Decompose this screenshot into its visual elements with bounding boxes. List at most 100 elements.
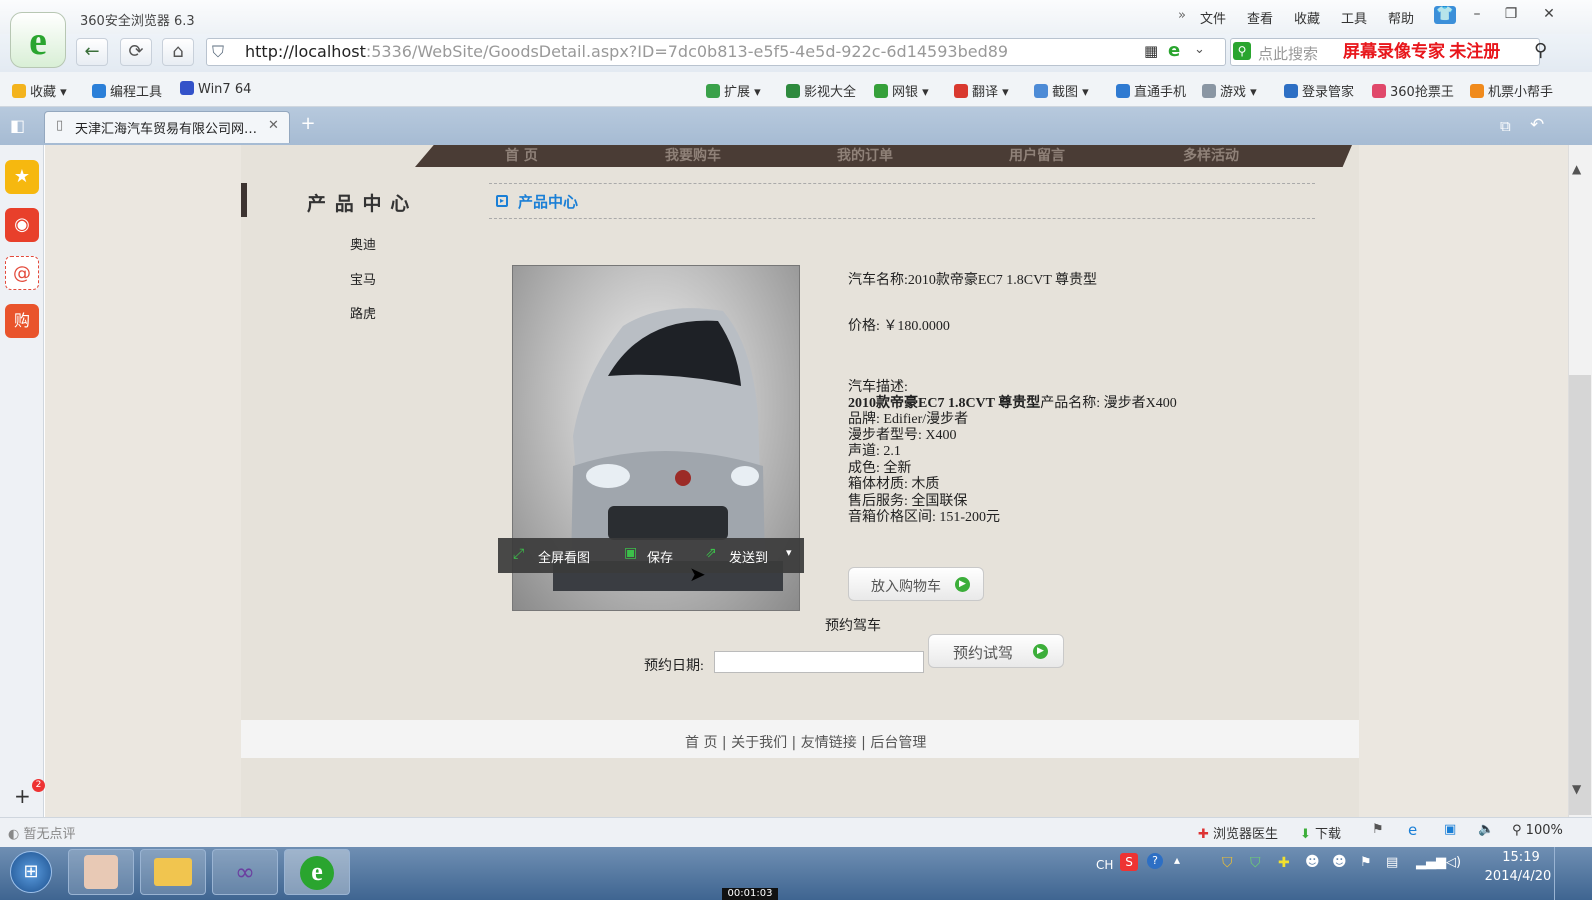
skin-icon[interactable]: 👕 — [1434, 6, 1456, 24]
flag-icon[interactable]: ⚑ — [1372, 822, 1384, 837]
taskbar-360-browser[interactable]: e — [284, 849, 350, 895]
zoom-level[interactable]: ⚲ 100% — [1512, 823, 1563, 838]
restore-button[interactable]: ❐ — [1500, 6, 1522, 24]
bm-extensions[interactable]: 扩展 ▾ — [706, 81, 761, 100]
ime-indicator[interactable]: CH — [1096, 858, 1113, 872]
network-icon[interactable]: ▂▄▆ — [1416, 855, 1446, 870]
shopping-icon[interactable]: 购 — [5, 304, 39, 338]
tray-360-icon[interactable]: ⛉ — [1250, 855, 1261, 871]
category-landrover[interactable]: 路虎 — [350, 303, 376, 322]
scroll-down-icon[interactable]: ▼ — [1572, 782, 1581, 796]
mail-icon[interactable]: @ — [5, 256, 39, 290]
action-center-icon[interactable]: ⚑ — [1360, 855, 1372, 870]
speaker-icon[interactable]: ◁) — [1446, 855, 1461, 870]
url-dropdown-icon[interactable]: ⌄ — [1194, 42, 1205, 57]
send-dropdown-icon[interactable]: ▾ — [786, 546, 792, 559]
browser-logo[interactable]: e — [10, 12, 66, 68]
save-icon[interactable]: ▣ — [624, 545, 637, 561]
undo-icon[interactable]: ↶ — [1530, 115, 1544, 135]
search-engine-icon[interactable]: ⚲ — [1233, 42, 1251, 60]
menu-help[interactable]: 帮助 — [1388, 8, 1414, 27]
tab-active[interactable]: 天津汇海汽车贸易有限公司网… — [44, 111, 290, 143]
new-tab-button[interactable]: + — [296, 113, 320, 137]
home-button[interactable]: ⌂ — [162, 38, 194, 66]
tab-close-icon[interactable]: ✕ — [268, 118, 279, 133]
tray-arrow-icon[interactable]: ▴ — [1174, 853, 1180, 867]
ie-status-icon[interactable]: e — [1408, 821, 1417, 839]
tray-shield-icon[interactable]: ⛉ — [1222, 855, 1233, 871]
shield-icon[interactable]: ⛉ — [212, 42, 224, 62]
bm-bank[interactable]: 网银 ▾ — [874, 81, 929, 100]
fullscreen-button[interactable]: 全屏看图 — [538, 547, 590, 566]
search-icon[interactable]: ⚲ — [1534, 40, 1547, 61]
footer-home[interactable]: 首 页 — [685, 735, 717, 751]
add-to-cart-button[interactable]: 放入购物车 ▶ — [848, 567, 984, 601]
bm-login-manager[interactable]: 登录管家 — [1284, 81, 1354, 100]
volume-icon[interactable]: 🔈 — [1478, 822, 1494, 837]
save-button[interactable]: 保存 — [647, 547, 673, 566]
refresh-button[interactable]: ⟳ — [120, 38, 152, 66]
more-chevron-icon[interactable]: » — [1178, 8, 1186, 23]
breadcrumb[interactable]: 产品中心 — [518, 191, 578, 212]
nav-messages[interactable]: 用户留言 — [1009, 145, 1065, 165]
bm-translate[interactable]: 翻译 ▾ — [954, 81, 1009, 100]
footer-about[interactable]: 关于我们 — [731, 735, 787, 751]
footer-admin[interactable]: 后台管理 — [870, 735, 926, 751]
qrcode-icon[interactable]: ▦ — [1144, 42, 1158, 60]
send-to-button[interactable]: 发送到 — [729, 547, 768, 566]
window-status-icon[interactable]: ▣ — [1444, 822, 1456, 837]
back-button[interactable]: ← — [76, 38, 108, 66]
share-icon[interactable]: ⇗ — [705, 545, 717, 561]
category-audi[interactable]: 奥迪 — [350, 234, 376, 253]
sidebar-toggle-icon[interactable]: ◧ — [10, 116, 25, 135]
booking-date-input[interactable] — [714, 651, 924, 673]
book-test-drive-button[interactable]: 预约试驾 ▶ — [928, 634, 1064, 668]
category-bmw[interactable]: 宝马 — [350, 269, 376, 288]
bm-phone[interactable]: 直通手机 — [1116, 81, 1186, 100]
nav-buy-car[interactable]: 我要购车 — [665, 145, 721, 165]
download-button[interactable]: ⬇ 下载 — [1300, 823, 1341, 842]
add-sidebar-button[interactable]: + — [14, 784, 31, 808]
bm-video[interactable]: 影视大全 — [786, 81, 856, 100]
nav-activities[interactable]: 多样活动 — [1183, 145, 1239, 165]
nav-home[interactable]: 首 页 — [505, 145, 538, 165]
menu-file[interactable]: 文件 — [1200, 8, 1226, 27]
scroll-up-icon[interactable]: ▲ — [1572, 162, 1581, 176]
browser-doctor[interactable]: ✚ 浏览器医生 — [1198, 823, 1278, 842]
fullscreen-icon[interactable]: ⤢ — [513, 546, 524, 562]
qq2-icon[interactable]: ☻ — [1332, 854, 1347, 870]
clock-date[interactable]: 2014/4/20 — [1478, 869, 1558, 884]
address-input[interactable]: http://localhost:5336/WebSite/GoodsDetai… — [206, 38, 1226, 66]
bm-ticket[interactable]: 360抢票王 — [1372, 81, 1454, 100]
favorites-star-icon[interactable]: ★ — [5, 160, 39, 194]
footer-friend-links[interactable]: 友情链接 — [801, 735, 857, 751]
menu-favorites[interactable]: 收藏 — [1294, 8, 1320, 27]
bookmark-programming-tools[interactable]: 编程工具 — [92, 81, 162, 100]
bm-games[interactable]: 游戏 ▾ — [1202, 81, 1257, 100]
taskbar-explorer[interactable] — [140, 849, 206, 895]
weibo-icon[interactable]: ◉ — [5, 208, 39, 242]
start-button[interactable]: ⊞ — [10, 851, 52, 893]
taskbar-vs[interactable]: ∞ — [212, 849, 278, 895]
show-desktop-button[interactable] — [1554, 847, 1592, 900]
restore-tabs-icon[interactable]: ⧉ — [1500, 117, 1511, 135]
sogou-icon[interactable]: S — [1120, 853, 1138, 871]
qq-icon[interactable]: ☻ — [1305, 854, 1320, 870]
minimize-button[interactable]: – — [1466, 6, 1488, 24]
menu-view[interactable]: 查看 — [1247, 8, 1273, 27]
close-window-button[interactable]: ✕ — [1538, 6, 1560, 24]
bm-flight[interactable]: 机票小帮手 — [1470, 81, 1553, 100]
bm-screenshot[interactable]: 截图 ▾ — [1034, 81, 1089, 100]
menu-tools[interactable]: 工具 — [1341, 8, 1367, 27]
nav-my-orders[interactable]: 我的订单 — [837, 145, 893, 165]
bookmark-win7[interactable]: Win7 64 — [180, 81, 251, 97]
comment-status[interactable]: ◐ 暂无点评 — [8, 823, 76, 842]
taskbar-photo-app[interactable] — [68, 849, 134, 895]
tray-plus-icon[interactable]: ✚ — [1278, 855, 1290, 871]
clock-time[interactable]: 15:19 — [1494, 850, 1548, 865]
ie-mode-icon[interactable]: e — [1168, 40, 1180, 61]
help-icon[interactable]: ? — [1147, 853, 1163, 869]
bookmark-favorites[interactable]: 收藏 ▾ — [12, 81, 67, 100]
device-icon[interactable]: ▤ — [1386, 855, 1398, 870]
scrollbar-thumb[interactable] — [1569, 375, 1591, 815]
